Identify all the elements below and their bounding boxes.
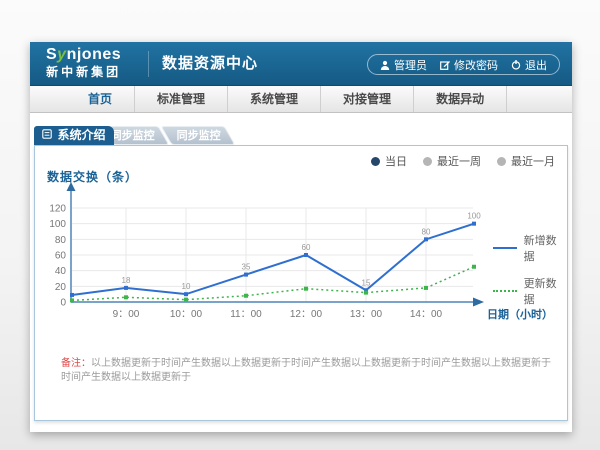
chart-panel: 当日 最近一周 最近一月 数据交换（条） 0204060801001209：00… [34, 145, 568, 421]
line-chart: 0 20 40 60 80 100 120 9：00 10：00 11：00 12：00 13：00 1… [43, 182, 567, 332]
app-header: Synjones 新中新集团 数据资源中心 管理员 修改密码 退出 [30, 42, 572, 86]
chart-canvas: 0 20 40 60 80 100 120 9：00 10：00 11：00 12：00 13：00 1… [43, 182, 567, 332]
svg-text:80: 80 [422, 227, 431, 236]
note-text: 以上数据更新于时间产生数据以上数据更新于时间产生数据以上数据更新于时间产生数据以… [61, 358, 551, 383]
page-title: 数据资源中心 [162, 42, 258, 86]
svg-text:10：00: 10：00 [170, 309, 203, 320]
current-user-button[interactable]: 管理员 [380, 57, 427, 73]
user-icon [380, 60, 390, 70]
svg-text:18: 18 [122, 276, 131, 285]
radio-last-week[interactable]: 最近一周 [423, 153, 481, 169]
nav-item-interface-mgmt[interactable]: 对接管理 [321, 86, 414, 112]
nav-item-system-mgmt[interactable]: 系统管理 [228, 86, 321, 112]
logo-text-cn: 新中新集团 [46, 64, 121, 80]
tab-sync-monitor-2[interactable]: 同步监控 [161, 126, 236, 145]
main-nav: 首页 标准管理 系统管理 对接管理 数据异动 [30, 86, 572, 113]
time-range-filter: 当日 最近一周 最近一月 [371, 153, 555, 169]
footer-note: 备注：以上数据更新于时间产生数据以上数据更新于时间产生数据以上数据更新于时间产生… [61, 357, 551, 385]
company-logo: Synjones 新中新集团 [46, 46, 121, 80]
svg-text:35: 35 [242, 263, 251, 272]
legend-line-solid-icon [493, 247, 517, 249]
radio-dot-icon [423, 157, 432, 166]
nav-item-standard-mgmt[interactable]: 标准管理 [135, 86, 228, 112]
svg-text:13：00: 13：00 [350, 309, 383, 320]
svg-text:40: 40 [55, 266, 67, 277]
edit-icon [440, 60, 450, 70]
radio-last-month[interactable]: 最近一月 [497, 153, 555, 169]
logout-button[interactable]: 退出 [511, 57, 547, 73]
user-toolbar: 管理员 修改密码 退出 [367, 54, 560, 75]
note-label: 备注： [61, 358, 91, 369]
svg-text:10: 10 [182, 282, 191, 291]
nav-item-data-change[interactable]: 数据异动 [414, 86, 507, 112]
radio-dot-icon [497, 157, 506, 166]
chart-legend: 新增数据 更新数据 [493, 232, 567, 307]
tab-system-intro[interactable]: 系统介绍 [34, 126, 114, 145]
svg-text:日期（小时）: 日期（小时） [487, 307, 553, 321]
svg-text:60: 60 [55, 251, 67, 262]
header-divider [148, 51, 149, 77]
svg-text:11：00: 11：00 [230, 309, 262, 320]
svg-text:100: 100 [467, 212, 481, 221]
power-icon [511, 60, 521, 70]
svg-text:80: 80 [55, 235, 67, 246]
svg-text:20: 20 [55, 282, 67, 293]
legend-item-updated-data[interactable]: 更新数据 [493, 275, 567, 307]
svg-text:15: 15 [362, 278, 371, 287]
radio-dot-icon [371, 157, 380, 166]
document-icon [42, 126, 52, 145]
svg-text:14：00: 14：00 [410, 309, 443, 320]
svg-text:9：00: 9：00 [113, 309, 140, 320]
main-window: Synjones 新中新集团 数据资源中心 管理员 修改密码 退出 首页 标准管… [30, 42, 572, 432]
change-password-button[interactable]: 修改密码 [440, 57, 498, 73]
svg-text:100: 100 [49, 219, 66, 230]
legend-item-new-data[interactable]: 新增数据 [493, 232, 567, 264]
svg-text:12：00: 12：00 [290, 309, 323, 320]
nav-item-home[interactable]: 首页 [66, 86, 135, 112]
legend-line-dotted-icon [493, 290, 517, 292]
logo-text-en: Synjones [46, 46, 121, 64]
radio-today[interactable]: 当日 [371, 153, 407, 169]
svg-text:0: 0 [60, 298, 66, 309]
svg-text:120: 120 [49, 204, 66, 215]
svg-text:60: 60 [302, 243, 311, 252]
